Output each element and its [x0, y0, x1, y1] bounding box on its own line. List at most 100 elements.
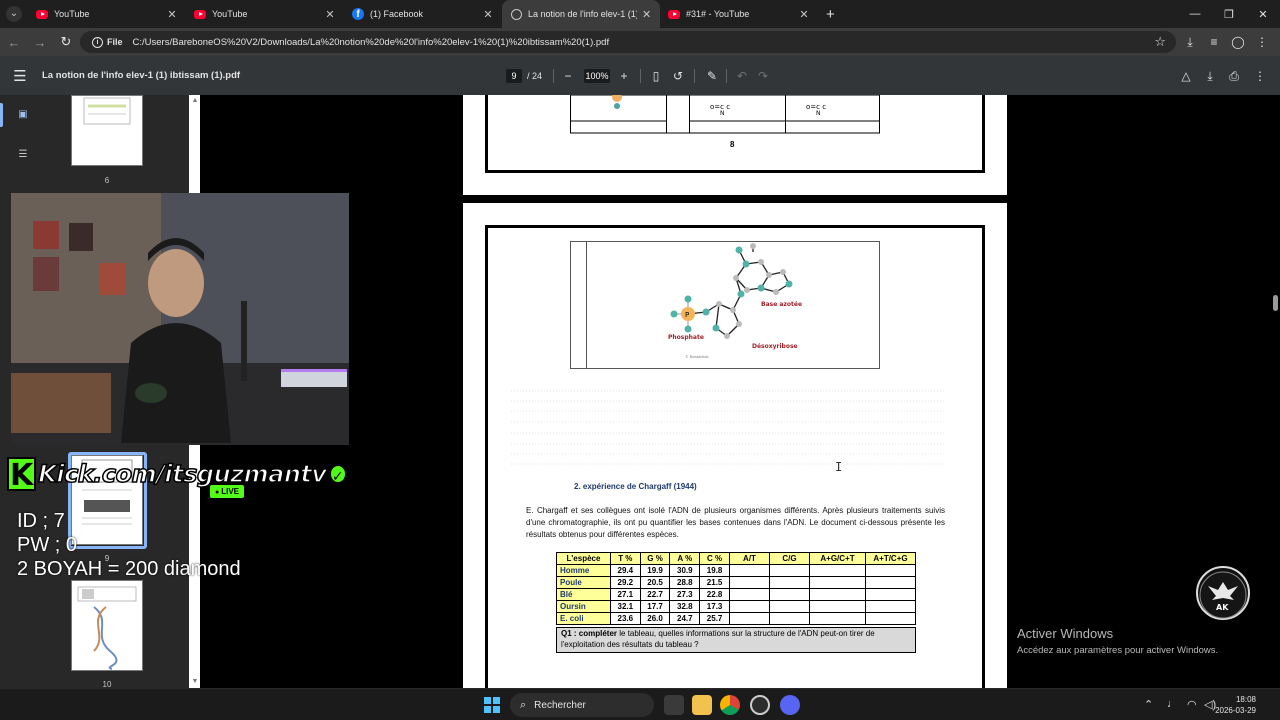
species-cell: Poule [556, 576, 611, 589]
sidebar-menu-icon[interactable]: ☰ [0, 67, 40, 85]
close-icon[interactable]: ✕ [166, 8, 178, 21]
tab-facebook[interactable]: f (1) Facebook ✕ [344, 0, 502, 28]
task-view-icon[interactable] [664, 695, 684, 715]
kick-banner: K Kick.com/itsguzmantv ✓ [7, 454, 347, 494]
print-icon[interactable]: ⎙ [1226, 68, 1242, 84]
close-window-icon[interactable]: ✕ [1246, 0, 1280, 28]
annotate-pen-icon[interactable]: ✎ [704, 68, 720, 84]
drive-icon[interactable]: △ [1178, 68, 1194, 84]
pdf-more-icon[interactable]: ⋮ [1252, 68, 1268, 84]
pdf-viewer[interactable]: o=c c N o=c c N 8 P Base azotée Phosphat… [200, 95, 1280, 688]
pdf-page-8: o=c c N o=c c N 8 [463, 95, 1007, 195]
pdf-download-icon[interactable]: ⤓ [1202, 68, 1218, 84]
tab-youtube-31[interactable]: #31# - YouTube ✕ [660, 0, 818, 28]
window-controls: — ❐ ✕ [1178, 0, 1280, 28]
table-row: Homme 29.4 19.9 30.9 19.8 [556, 564, 916, 577]
forward-arrow-icon[interactable]: → [28, 30, 52, 54]
clock-time: 18:08 [1235, 695, 1256, 704]
column-header: C/G [769, 552, 810, 565]
download-icon[interactable]: ⤓ [1178, 30, 1202, 54]
scroll-down-arrow-icon[interactable]: ▼ [191, 678, 199, 685]
empty-cell [809, 588, 866, 601]
thumbnail-page-6[interactable] [71, 95, 143, 166]
column-header: A+T/C+G [865, 552, 916, 565]
page-number-input[interactable]: 9 [506, 69, 522, 83]
tab-pdf-active[interactable]: La notion de l'info elev-1 (1) ib ✕ [502, 0, 660, 28]
value-cell: 26.0 [639, 612, 671, 625]
media-controls-icon[interactable]: ≡ [1202, 30, 1226, 54]
more-menu-icon[interactable]: ⋮ [1250, 30, 1274, 54]
value-cell: 29.2 [609, 576, 641, 589]
page-total: / 24 [527, 71, 543, 81]
restore-icon[interactable]: ❐ [1212, 0, 1246, 28]
profile-icon[interactable]: ◯ [1226, 30, 1250, 54]
paragraph: E. Chargaff et ses collègues ont isolé l… [526, 506, 945, 539]
back-arrow-icon[interactable]: ← [2, 30, 26, 54]
thumbnail-preview [77, 586, 137, 670]
empty-cell [729, 576, 770, 589]
column-header: T % [609, 552, 641, 565]
thumbnail-page-10[interactable] [71, 580, 143, 671]
live-badge: LIVE [210, 485, 244, 498]
address-bar[interactable]: i File C:/Users/BareboneOS%20V2/Download… [80, 31, 1176, 53]
viewer-scrollbar[interactable] [1270, 95, 1280, 688]
wifi-icon[interactable]: ◠ [1187, 698, 1197, 711]
overlay-promo-line: 2 BOYAH = 200 diamond [17, 558, 241, 580]
tray-chevron-up-icon[interactable]: ⌃ [1144, 698, 1153, 711]
tab-search-button[interactable]: ⌄ [0, 0, 28, 28]
fit-page-icon[interactable]: ▯ [648, 68, 664, 84]
tab-label: (1) Facebook [370, 9, 424, 19]
taskbar-search[interactable]: ⌕ Rechercher [510, 693, 654, 717]
close-icon[interactable]: ✕ [324, 8, 336, 21]
value-cell: 29.4 [609, 564, 641, 577]
question-box: Q1 : compléter le tableau, quelles infor… [556, 627, 916, 653]
zoom-in-icon[interactable]: + [616, 68, 632, 84]
steam-icon[interactable] [750, 695, 770, 715]
column-header: A+G/C+T [809, 552, 866, 565]
site-info-chip[interactable]: i File [86, 36, 129, 48]
pdf-title: La notion de l'info elev-1 (1) ibtissam … [42, 70, 241, 81]
eagle-emblem-icon: AK [1199, 571, 1247, 619]
value-cell: 19.9 [639, 564, 671, 577]
value-cell: 30.9 [669, 564, 701, 577]
value-cell: 25.7 [699, 612, 730, 625]
close-icon[interactable]: ✕ [641, 8, 652, 21]
thumbnails-view-icon[interactable]: ▣ [17, 109, 29, 121]
microphone-icon[interactable]: ♩ [1167, 698, 1178, 710]
tab-youtube-1[interactable]: YouTube ✕ [28, 0, 186, 28]
species-cell: Oursin [556, 600, 611, 613]
url-text[interactable]: C:/Users/BareboneOS%20V2/Downloads/La%20… [133, 37, 610, 48]
file-explorer-icon[interactable] [692, 695, 712, 715]
tab-label: YouTube [212, 9, 248, 19]
system-clock[interactable]: 18:08 2026-03-29 [1215, 694, 1256, 716]
close-icon[interactable]: ✕ [798, 8, 810, 21]
chip-label: File [107, 37, 123, 47]
tab-youtube-2[interactable]: YouTube ✕ [186, 0, 344, 28]
scroll-up-arrow-icon[interactable]: ▲ [191, 97, 199, 104]
bookmark-star-icon[interactable]: ☆ [1154, 34, 1166, 50]
ak-emblem-logo: AK [1196, 566, 1250, 620]
svg-text:N: N [720, 110, 725, 117]
page-number: 8 [730, 140, 735, 149]
figure-credit: © Biostatistic [685, 355, 709, 359]
zoom-out-icon[interactable]: − [560, 68, 576, 84]
svg-text:AK: AK [1216, 603, 1229, 612]
empty-cell [769, 612, 810, 625]
question-prefix: Q1 : compléter [561, 629, 618, 638]
table-header-row: L'espèce T % G % A % C % A/T C/G A+G/C+T… [556, 552, 916, 565]
outline-view-icon[interactable]: ☰ [17, 149, 29, 161]
start-button-icon[interactable] [484, 697, 500, 713]
reload-icon[interactable]: ↻ [54, 30, 78, 54]
windows-taskbar: ⌕ Rechercher ⌃ ♩ ◠ ◁) 18:08 2026-03-29 [0, 688, 1280, 720]
minimize-icon[interactable]: — [1178, 0, 1212, 28]
chrome-icon[interactable] [720, 695, 740, 715]
new-tab-button[interactable]: + [826, 6, 835, 23]
redo-icon[interactable]: ↷ [755, 68, 771, 84]
viewer-scroll-thumb[interactable] [1273, 295, 1278, 311]
species-cell: Homme [556, 564, 611, 577]
zoom-input[interactable]: 100% [584, 69, 610, 83]
discord-icon[interactable] [780, 695, 800, 715]
rotate-icon[interactable]: ↺ [670, 68, 686, 84]
close-icon[interactable]: ✕ [482, 8, 494, 21]
undo-icon[interactable]: ↶ [734, 68, 750, 84]
